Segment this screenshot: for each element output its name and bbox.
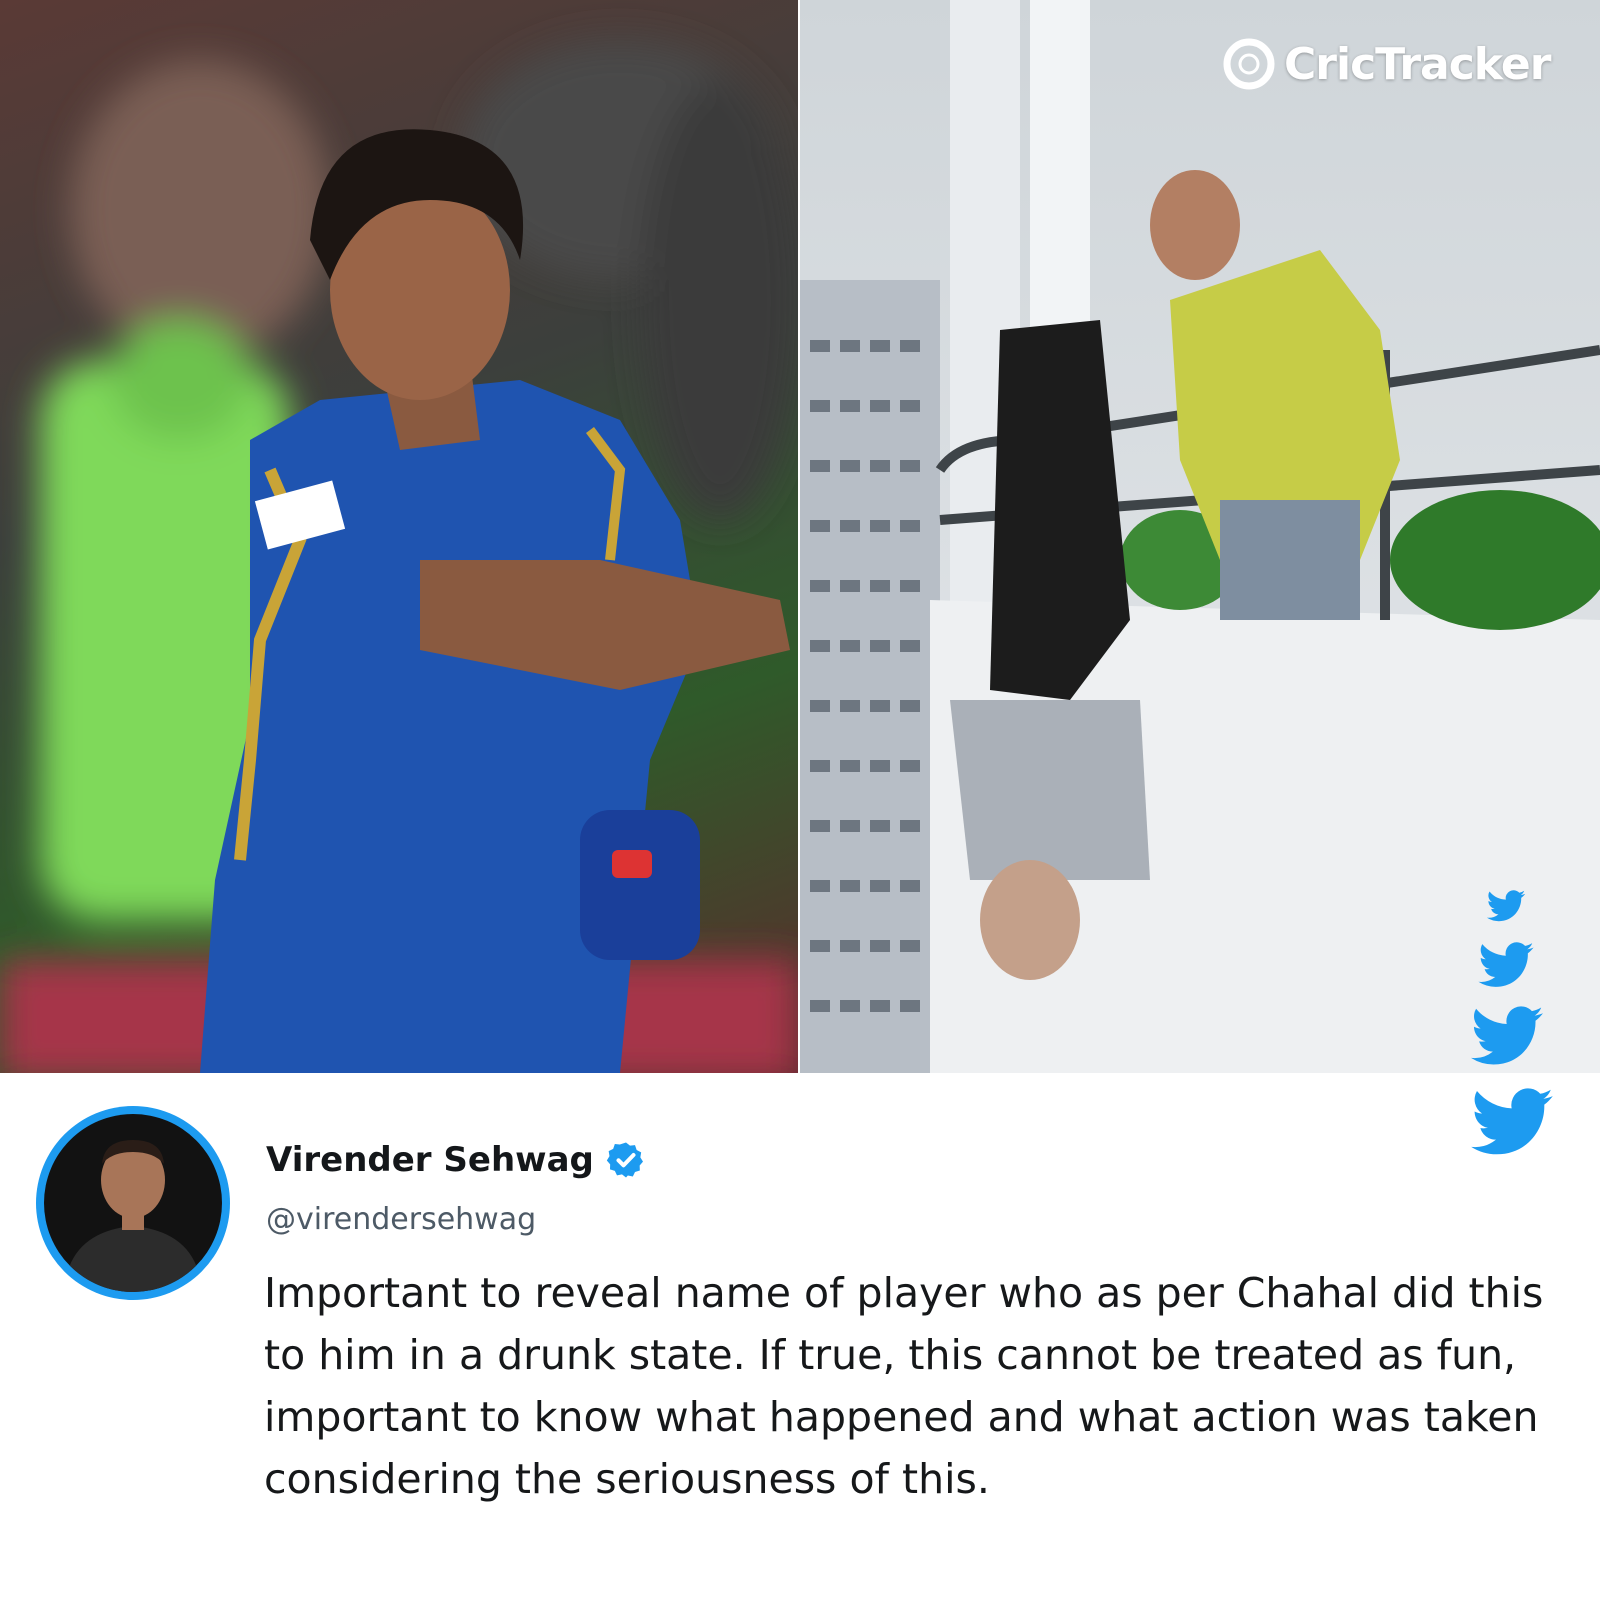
twitter-bird-icon — [1471, 1006, 1543, 1065]
user-handle[interactable]: @virendersehwag — [266, 1202, 536, 1237]
avatar — [44, 1114, 222, 1292]
tweet-text: Important to reveal name of player who a… — [264, 1269, 1544, 1503]
crictracker-logo: CricTracker — [1222, 34, 1562, 94]
tweet-author: Virender Sehwag — [266, 1140, 646, 1180]
twitter-bird-icon — [1478, 942, 1534, 987]
movie-still-illustration — [800, 0, 1600, 1073]
twitter-bird-icon — [1471, 1088, 1553, 1155]
twitter-bird-icon — [1486, 890, 1526, 922]
avatar-portrait-icon — [64, 1140, 202, 1292]
display-name[interactable]: Virender Sehwag — [266, 1140, 594, 1180]
crictracker-logo-icon — [1223, 38, 1275, 90]
avatar-ring — [36, 1106, 230, 1300]
cricketer-illustration — [0, 40, 798, 1073]
cricketer-photo — [0, 0, 798, 1073]
brand-name: CricTracker — [1284, 38, 1551, 90]
movie-still-photo — [800, 0, 1600, 1073]
verified-badge-icon — [606, 1142, 643, 1178]
